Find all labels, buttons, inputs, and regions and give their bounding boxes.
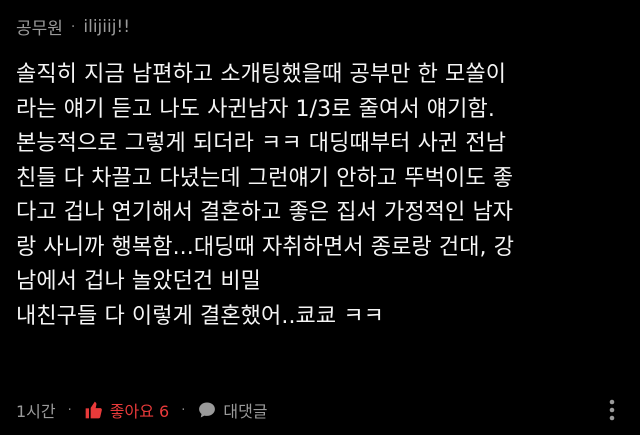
- username[interactable]: ilijiij!!: [83, 17, 130, 37]
- comment-card: 공무원 · ilijiij!! 솔직히 지금 남편하고 소개팅했을때 공부만 한…: [0, 0, 640, 435]
- more-options-button[interactable]: [600, 398, 624, 422]
- comment-body: 솔직히 지금 남편하고 소개팅했을때 공부만 한 모쏠이 라는 얘기 듣고 나도…: [16, 58, 628, 334]
- author-name[interactable]: 공무원: [16, 14, 63, 39]
- comment-footer: 1시간 · 좋아요 6 · 대댓글: [16, 396, 624, 424]
- timestamp: 1시간: [16, 402, 56, 421]
- comment-line: 라는 얘기 듣고 나도 사귄남자 1/3로 줄여서 얘기함.: [16, 96, 495, 122]
- more-vertical-icon: [609, 399, 615, 421]
- header-separator: ·: [70, 18, 76, 35]
- comment-line: 랑 사니까 행복함...대딩때 자취하면서 종로랑 건대, 강: [16, 234, 515, 260]
- comment-line: 남에서 겁나 놀았던건 비밀: [16, 269, 262, 294]
- speech-bubble-icon: [197, 400, 217, 420]
- comment-header: 공무원 · ilijiij!!: [16, 14, 130, 40]
- comment-line: 다고 겁나 연기해서 결혼하고 좋은 집서 가정적인 남자: [16, 200, 514, 225]
- footer-separator: ·: [181, 402, 186, 418]
- reply-button[interactable]: 대댓글: [197, 398, 268, 422]
- footer-separator: ·: [67, 402, 72, 418]
- comment-line: 친들 다 차끌고 다녔는데 그런얘기 안하고 뚜벅이도 좋: [16, 165, 514, 191]
- like-count: 좋아요 6: [109, 402, 170, 421]
- comment-line: 솔직히 지금 남편하고 소개팅했을때 공부만 한 모쏠이: [16, 62, 507, 87]
- reply-label: 대댓글: [223, 402, 268, 421]
- like-button[interactable]: 좋아요 6: [84, 398, 169, 422]
- thumbs-up-icon: [84, 400, 104, 420]
- comment-line: 내친구들 다 이렇게 결혼했어..쿄쿄 ㅋㅋ: [16, 303, 384, 329]
- comment-line: 본능적으로 그렇게 되더라 ㅋㅋ 대딩때부터 사귄 전남: [16, 131, 507, 156]
